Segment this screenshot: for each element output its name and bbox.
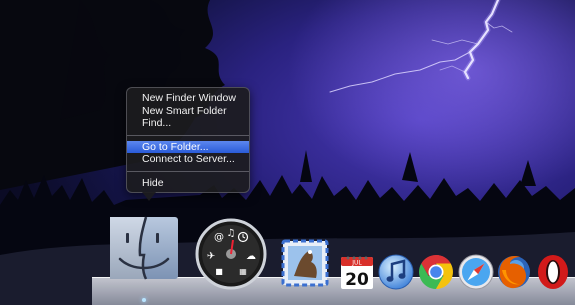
calendar-month: JUL xyxy=(351,260,362,267)
finder-icon[interactable] xyxy=(106,215,182,281)
menu-item-new-finder-window[interactable]: New Finder Window xyxy=(127,92,249,105)
menu-separator xyxy=(127,134,249,136)
dashboard-icon[interactable]: @ ♫ ✈ ☁ ■ ▦ xyxy=(195,218,267,290)
chrome-icon[interactable] xyxy=(418,254,454,290)
svg-text:☁: ☁ xyxy=(246,251,256,262)
lightning-bolt xyxy=(329,0,513,93)
menu-pointer-arrow xyxy=(142,192,156,201)
calendar-icon[interactable]: JUL 20 xyxy=(340,254,374,290)
opera-icon[interactable] xyxy=(536,254,570,290)
calendar-day: 20 xyxy=(345,270,369,290)
svg-text:■: ■ xyxy=(215,267,223,276)
svg-text:♫: ♫ xyxy=(227,228,236,239)
finder-running-indicator xyxy=(142,298,146,302)
menu-item-go-to-folder[interactable]: Go to Folder... xyxy=(127,140,249,153)
svg-text:✈: ✈ xyxy=(207,251,215,262)
firefox-icon[interactable] xyxy=(496,254,532,290)
itunes-icon[interactable] xyxy=(378,254,414,290)
menu-separator xyxy=(127,170,249,172)
dock-context-menu: New Finder Window New Smart Folder Find.… xyxy=(126,87,250,193)
svg-text:▦: ▦ xyxy=(239,267,247,276)
menu-item-find[interactable]: Find... xyxy=(127,117,249,130)
mail-icon[interactable] xyxy=(280,238,330,288)
menu-item-hide[interactable]: Hide xyxy=(127,177,249,190)
svg-text:@: @ xyxy=(214,232,224,243)
menu-item-connect-to-server[interactable]: Connect to Server... xyxy=(127,153,249,166)
menu-item-new-smart-folder[interactable]: New Smart Folder xyxy=(127,105,249,118)
safari-icon[interactable] xyxy=(458,254,494,290)
